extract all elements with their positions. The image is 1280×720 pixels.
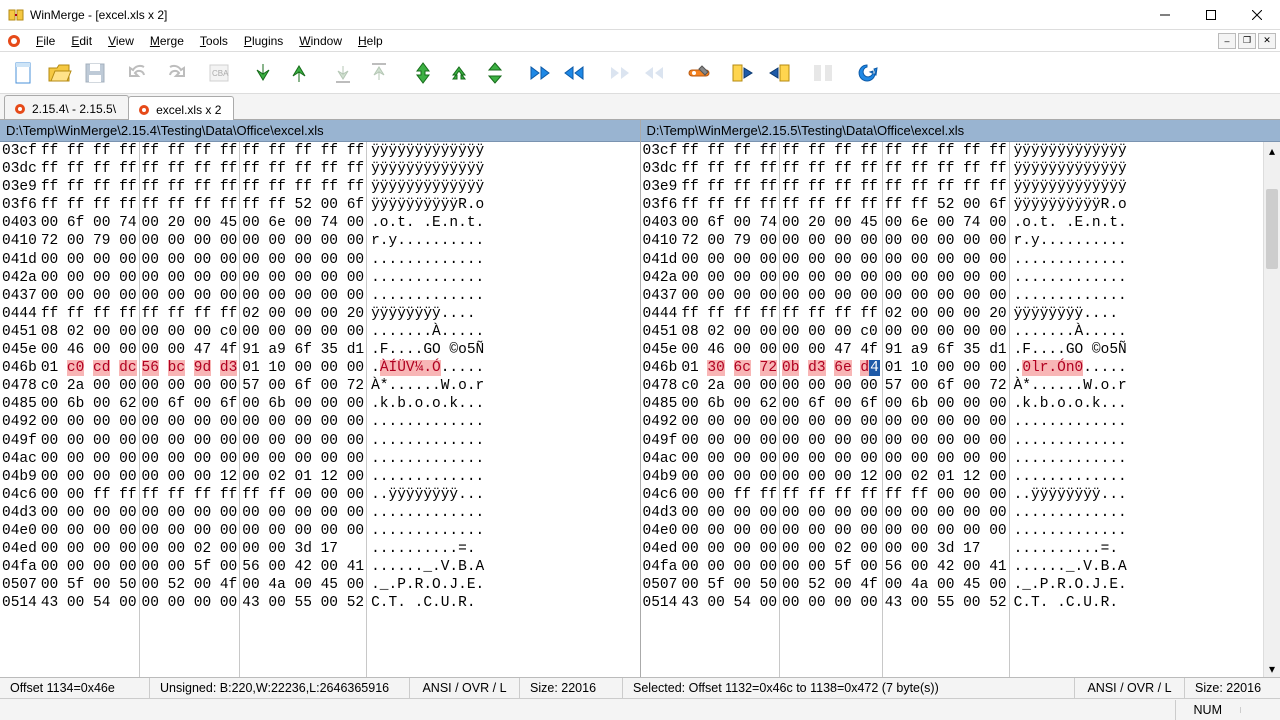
file-compare-icon (137, 103, 151, 117)
all-right-button[interactable] (726, 56, 760, 90)
vertical-scrollbar[interactable]: ▴ ▾ (1263, 142, 1280, 677)
left-hex-view[interactable]: 03cf03dc03e903f604030410041d042a04370444… (0, 142, 640, 677)
title-bar: WinMerge - [excel.xls x 2] (0, 0, 1280, 30)
toolbar: CBA (0, 52, 1280, 94)
copy-left-advance-button[interactable] (638, 56, 672, 90)
window-title: WinMerge - [excel.xls x 2] (30, 8, 1142, 22)
status-right-mode: ANSI / OVR / L (1075, 678, 1185, 698)
menu-merge[interactable]: Merge (142, 32, 192, 50)
options-button[interactable] (682, 56, 716, 90)
status-right-selected: Selected: Offset 1132=0x46c to 1138=0x47… (623, 678, 1075, 698)
status-left-unsigned: Unsigned: B:220,W:22236,L:2646365916 (150, 678, 410, 698)
menu-view[interactable]: View (100, 32, 142, 50)
redo-button[interactable] (158, 56, 192, 90)
refresh-button[interactable] (850, 56, 884, 90)
scroll-down-icon[interactable]: ▾ (1264, 660, 1280, 677)
prev-diff-skip-button[interactable] (362, 56, 396, 90)
left-pane: D:\Temp\WinMerge\2.15.4\Testing\Data\Off… (0, 120, 641, 677)
menu-file[interactable]: File (28, 32, 63, 50)
copy-right-button[interactable] (522, 56, 556, 90)
mdi-close-button[interactable]: ✕ (1258, 33, 1276, 49)
current-diff-button[interactable] (478, 56, 512, 90)
compare-panes: D:\Temp\WinMerge\2.15.4\Testing\Data\Off… (0, 120, 1280, 677)
menu-window[interactable]: Window (291, 32, 350, 50)
app-icon (8, 7, 24, 23)
menu-plugins[interactable]: Plugins (236, 32, 291, 50)
tab-label: 2.15.4\ - 2.15.5\ (32, 102, 116, 116)
prev-diff-button[interactable] (282, 56, 316, 90)
menu-bar: File Edit View Merge Tools Plugins Windo… (0, 30, 1280, 52)
pane-status-bar: Offset 1134=0x46e Unsigned: B:220,W:2223… (0, 677, 1280, 698)
document-tabs: 2.15.4\ - 2.15.5\ excel.xls x 2 (0, 94, 1280, 120)
folder-compare-icon (13, 102, 27, 116)
minimize-button[interactable] (1142, 0, 1188, 30)
status-left-size: Size: 22016 (520, 678, 623, 698)
undo-button[interactable] (122, 56, 156, 90)
new-button[interactable] (6, 56, 40, 90)
tab-folder-compare[interactable]: 2.15.4\ - 2.15.5\ (4, 95, 129, 119)
copy-left-button[interactable] (558, 56, 592, 90)
tab-file-compare[interactable]: excel.xls x 2 (128, 96, 234, 120)
doc-icon (6, 33, 22, 49)
scroll-thumb[interactable] (1266, 189, 1278, 269)
save-button[interactable] (78, 56, 112, 90)
left-pane-path: D:\Temp\WinMerge\2.15.4\Testing\Data\Off… (0, 120, 640, 142)
mdi-restore-button[interactable]: ❐ (1238, 33, 1256, 49)
menu-tools[interactable]: Tools (192, 32, 236, 50)
status-num-lock: NUM (1175, 700, 1240, 720)
menu-help[interactable]: Help (350, 32, 391, 50)
next-diff-skip-button[interactable] (326, 56, 360, 90)
menu-edit[interactable]: Edit (63, 32, 100, 50)
close-button[interactable] (1234, 0, 1280, 30)
word-wrap-button[interactable]: CBA (202, 56, 236, 90)
app-status-bar: NUM (0, 698, 1280, 720)
open-button[interactable] (42, 56, 76, 90)
mdi-minimize-button[interactable]: ‒ (1218, 33, 1236, 49)
status-left-offset: Offset 1134=0x46e (0, 678, 150, 698)
status-left-mode: ANSI / OVR / L (410, 678, 520, 698)
last-diff-button[interactable] (406, 56, 440, 90)
scroll-up-icon[interactable]: ▴ (1264, 142, 1280, 159)
status-right-size: Size: 22016 (1185, 678, 1280, 698)
maximize-button[interactable] (1188, 0, 1234, 30)
right-pane-path: D:\Temp\WinMerge\2.15.5\Testing\Data\Off… (641, 120, 1280, 142)
all-left-button[interactable] (762, 56, 796, 90)
copy-right-advance-button[interactable] (602, 56, 636, 90)
svg-text:CBA: CBA (212, 69, 229, 78)
next-diff-button[interactable] (246, 56, 280, 90)
tab-label: excel.xls x 2 (156, 103, 221, 117)
auto-merge-button[interactable] (806, 56, 840, 90)
first-diff-button[interactable] (442, 56, 476, 90)
right-hex-view[interactable]: 03cf03dc03e903f604030410041d042a04370444… (641, 142, 1264, 677)
right-pane: D:\Temp\WinMerge\2.15.5\Testing\Data\Off… (641, 120, 1280, 677)
